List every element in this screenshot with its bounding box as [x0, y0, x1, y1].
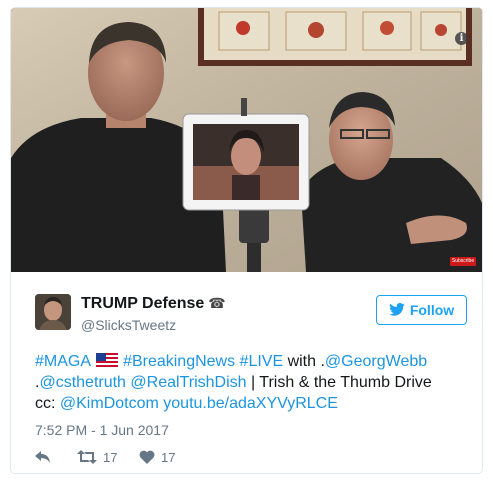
tweet-text: #MAGA #BreakingNews #LIVE with .@GeorgWe…	[35, 351, 475, 414]
heart-icon	[139, 450, 155, 464]
hashtag-link[interactable]: #BreakingNews	[119, 353, 235, 370]
display-name[interactable]: TRUMP Defense ☎	[81, 295, 226, 313]
mention-link[interactable]: @RealTrishDish	[130, 374, 246, 391]
user-handle[interactable]: @SlicksTweetz	[81, 317, 176, 333]
retweet-button[interactable]: 17	[77, 448, 117, 466]
like-button[interactable]: 17	[139, 448, 175, 466]
youtube-subscribe-badge[interactable]: Subscribe	[450, 257, 476, 266]
mention-link[interactable]: @KimDotcom	[60, 395, 159, 412]
video-thumbnail[interactable]: i Subscribe	[11, 8, 482, 272]
hashtag-link[interactable]: #MAGA	[35, 353, 90, 370]
tweet-text-fragment: cc:	[35, 395, 60, 412]
retweet-icon	[77, 450, 97, 464]
us-flag-emoji	[95, 353, 118, 367]
telephone-icon: ☎	[208, 295, 226, 311]
tweet-line-3: cc: @KimDotcom youtu.be/adaXYVyRLCE	[35, 393, 475, 414]
video-still-image	[11, 8, 482, 272]
reply-button[interactable]	[35, 448, 51, 466]
tweet-line-2: .@csthetruth @RealTrishDish | Trish & th…	[35, 372, 475, 393]
mention-link[interactable]: @csthetruth	[39, 374, 126, 391]
follow-button[interactable]: Follow	[376, 295, 467, 325]
tweet-text-fragment: | Trish & the Thumb Drive	[246, 374, 432, 391]
avatar[interactable]	[35, 294, 71, 330]
reply-icon	[35, 451, 50, 463]
tweet-text-fragment: with .	[283, 353, 325, 370]
twitter-bird-icon	[389, 297, 405, 325]
tweet-timestamp[interactable]: 7:52 PM - 1 Jun 2017	[35, 422, 169, 438]
info-icon[interactable]: i	[455, 32, 468, 45]
url-link[interactable]: youtu.be/adaXYVyRLCE	[163, 395, 338, 412]
retweet-count: 17	[103, 449, 118, 465]
tweet-card: i Subscribe TRUMP Defense ☎ @SlicksTweetz…	[10, 7, 483, 474]
mention-link[interactable]: @GeorgWebb	[325, 353, 427, 370]
like-count: 17	[161, 449, 176, 465]
hashtag-link[interactable]: #LIVE	[235, 353, 284, 370]
tweet-line-1: #MAGA #BreakingNews #LIVE with .@GeorgWe…	[35, 351, 475, 372]
